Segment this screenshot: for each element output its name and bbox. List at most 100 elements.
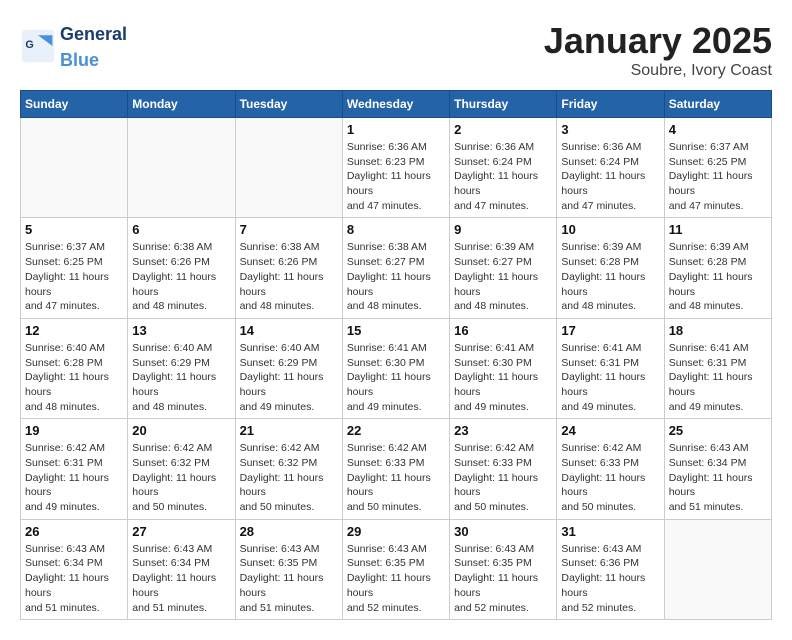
calendar-cell: 10Sunrise: 6:39 AMSunset: 6:28 PMDayligh…	[557, 218, 664, 318]
day-number: 26	[25, 524, 123, 539]
calendar-cell: 1Sunrise: 6:36 AMSunset: 6:23 PMDaylight…	[342, 118, 449, 218]
calendar-cell	[664, 519, 771, 619]
day-header-sunday: Sunday	[21, 91, 128, 118]
calendar-cell	[21, 118, 128, 218]
svg-text:G: G	[25, 39, 33, 51]
day-number: 18	[669, 323, 767, 338]
day-number: 27	[132, 524, 230, 539]
calendar-cell: 17Sunrise: 6:41 AMSunset: 6:31 PMDayligh…	[557, 318, 664, 418]
location-subtitle: Soubre, Ivory Coast	[544, 62, 772, 80]
calendar-cell: 8 Sunrise: 6:38 AMSunset: 6:27 PMDaylight…	[342, 218, 449, 318]
calendar-cell: 4 Sunrise: 6:37 AMSunset: 6:25 PMDaylight…	[664, 118, 771, 218]
day-info: Sunrise: 6:43 AMSunset: 6:36 PMDaylight:…	[561, 542, 659, 615]
day-number: 21	[240, 423, 338, 438]
calendar-cell	[128, 118, 235, 218]
calendar-cell: 14 Sunrise: 6:40 AMSunset: 6:29 PMDayligh…	[235, 318, 342, 418]
day-info: Sunrise: 6:38 AMSunset: 6:26 PMDaylight:…	[240, 240, 338, 313]
logo-icon: G	[20, 28, 56, 64]
day-header-monday: Monday	[128, 91, 235, 118]
calendar-cell: 3Sunrise: 6:36 AMSunset: 6:24 PMDaylight…	[557, 118, 664, 218]
day-info: Sunrise: 6:43 AMSunset: 6:34 PMDaylight:…	[132, 542, 230, 615]
day-number: 20	[132, 423, 230, 438]
day-number: 30	[454, 524, 552, 539]
day-number: 16	[454, 323, 552, 338]
day-header-tuesday: Tuesday	[235, 91, 342, 118]
day-number: 8	[347, 222, 445, 237]
day-info: Sunrise: 6:43 AMSunset: 6:34 PMDaylight:…	[25, 542, 123, 615]
day-info: Sunrise: 6:38 AMSunset: 6:27 PMDaylight:…	[347, 240, 445, 313]
calendar-cell: 18 Sunrise: 6:41 AMSunset: 6:31 PMDayligh…	[664, 318, 771, 418]
calendar-header-row: SundayMondayTuesdayWednesdayThursdayFrid…	[21, 91, 772, 118]
day-header-friday: Friday	[557, 91, 664, 118]
day-info: Sunrise: 6:40 AMSunset: 6:28 PMDaylight:…	[25, 341, 123, 414]
calendar-cell: 21 Sunrise: 6:42 AMSunset: 6:32 PMDayligh…	[235, 419, 342, 519]
day-number: 5	[25, 222, 123, 237]
day-info: Sunrise: 6:37 AMSunset: 6:25 PMDaylight:…	[25, 240, 123, 313]
day-info: Sunrise: 6:40 AMSunset: 6:29 PMDaylight:…	[240, 341, 338, 414]
day-number: 3	[561, 122, 659, 137]
day-info: Sunrise: 6:39 AMSunset: 6:27 PMDaylight:…	[454, 240, 552, 313]
calendar-cell: 22Sunrise: 6:42 AMSunset: 6:33 PMDayligh…	[342, 419, 449, 519]
calendar-cell: 11Sunrise: 6:39 AMSunset: 6:28 PMDayligh…	[664, 218, 771, 318]
calendar-cell: 19Sunrise: 6:42 AMSunset: 6:31 PMDayligh…	[21, 419, 128, 519]
calendar-cell: 12 Sunrise: 6:40 AMSunset: 6:28 PMDayligh…	[21, 318, 128, 418]
day-number: 22	[347, 423, 445, 438]
day-info: Sunrise: 6:39 AMSunset: 6:28 PMDaylight:…	[561, 240, 659, 313]
day-number: 29	[347, 524, 445, 539]
month-title: January 2025	[544, 20, 772, 62]
day-number: 15	[347, 323, 445, 338]
day-number: 1	[347, 122, 445, 137]
day-info: Sunrise: 6:36 AMSunset: 6:24 PMDaylight:…	[454, 140, 552, 213]
day-info: Sunrise: 6:39 AMSunset: 6:28 PMDaylight:…	[669, 240, 767, 313]
day-info: Sunrise: 6:38 AMSunset: 6:26 PMDaylight:…	[132, 240, 230, 313]
calendar-cell: 15 Sunrise: 6:41 AMSunset: 6:30 PMDayligh…	[342, 318, 449, 418]
day-header-wednesday: Wednesday	[342, 91, 449, 118]
day-number: 2	[454, 122, 552, 137]
calendar-week-5: 26 Sunrise: 6:43 AMSunset: 6:34 PMDayligh…	[21, 519, 772, 619]
calendar-cell: 23Sunrise: 6:42 AMSunset: 6:33 PMDayligh…	[450, 419, 557, 519]
logo: G General Blue	[20, 20, 127, 72]
day-number: 17	[561, 323, 659, 338]
day-info: Sunrise: 6:42 AMSunset: 6:32 PMDaylight:…	[132, 441, 230, 514]
day-number: 19	[25, 423, 123, 438]
day-header-thursday: Thursday	[450, 91, 557, 118]
page-header: G General Blue January 2025 Soubre, Ivor…	[20, 20, 772, 80]
day-info: Sunrise: 6:37 AMSunset: 6:25 PMDaylight:…	[669, 140, 767, 213]
day-number: 12	[25, 323, 123, 338]
day-info: Sunrise: 6:41 AMSunset: 6:30 PMDaylight:…	[454, 341, 552, 414]
day-info: Sunrise: 6:41 AMSunset: 6:30 PMDaylight:…	[347, 341, 445, 414]
day-header-saturday: Saturday	[664, 91, 771, 118]
day-info: Sunrise: 6:41 AMSunset: 6:31 PMDaylight:…	[669, 341, 767, 414]
day-info: Sunrise: 6:42 AMSunset: 6:32 PMDaylight:…	[240, 441, 338, 514]
day-number: 23	[454, 423, 552, 438]
logo-general: General	[60, 24, 127, 44]
day-info: Sunrise: 6:43 AMSunset: 6:35 PMDaylight:…	[240, 542, 338, 615]
calendar-cell: 2 Sunrise: 6:36 AMSunset: 6:24 PMDaylight…	[450, 118, 557, 218]
day-number: 13	[132, 323, 230, 338]
calendar-cell: 28 Sunrise: 6:43 AMSunset: 6:35 PMDayligh…	[235, 519, 342, 619]
day-number: 24	[561, 423, 659, 438]
calendar-cell: 26 Sunrise: 6:43 AMSunset: 6:34 PMDayligh…	[21, 519, 128, 619]
calendar-cell: 27 Sunrise: 6:43 AMSunset: 6:34 PMDayligh…	[128, 519, 235, 619]
day-info: Sunrise: 6:42 AMSunset: 6:33 PMDaylight:…	[561, 441, 659, 514]
calendar-cell: 25Sunrise: 6:43 AMSunset: 6:34 PMDayligh…	[664, 419, 771, 519]
calendar-cell: 29 Sunrise: 6:43 AMSunset: 6:35 PMDayligh…	[342, 519, 449, 619]
calendar-cell: 7Sunrise: 6:38 AMSunset: 6:26 PMDaylight…	[235, 218, 342, 318]
calendar-week-4: 19Sunrise: 6:42 AMSunset: 6:31 PMDayligh…	[21, 419, 772, 519]
day-number: 4	[669, 122, 767, 137]
day-number: 9	[454, 222, 552, 237]
calendar-cell: 31Sunrise: 6:43 AMSunset: 6:36 PMDayligh…	[557, 519, 664, 619]
calendar-table: SundayMondayTuesdayWednesdayThursdayFrid…	[20, 90, 772, 620]
calendar-week-3: 12 Sunrise: 6:40 AMSunset: 6:28 PMDayligh…	[21, 318, 772, 418]
calendar-cell: 30Sunrise: 6:43 AMSunset: 6:35 PMDayligh…	[450, 519, 557, 619]
day-number: 14	[240, 323, 338, 338]
calendar-cell: 24 Sunrise: 6:42 AMSunset: 6:33 PMDayligh…	[557, 419, 664, 519]
calendar-cell: 20 Sunrise: 6:42 AMSunset: 6:32 PMDayligh…	[128, 419, 235, 519]
title-block: January 2025 Soubre, Ivory Coast	[544, 20, 772, 80]
logo-blue: Blue	[60, 50, 99, 70]
day-info: Sunrise: 6:43 AMSunset: 6:35 PMDaylight:…	[347, 542, 445, 615]
day-number: 28	[240, 524, 338, 539]
calendar-cell: 9 Sunrise: 6:39 AMSunset: 6:27 PMDaylight…	[450, 218, 557, 318]
day-info: Sunrise: 6:40 AMSunset: 6:29 PMDaylight:…	[132, 341, 230, 414]
calendar-cell: 16 Sunrise: 6:41 AMSunset: 6:30 PMDayligh…	[450, 318, 557, 418]
